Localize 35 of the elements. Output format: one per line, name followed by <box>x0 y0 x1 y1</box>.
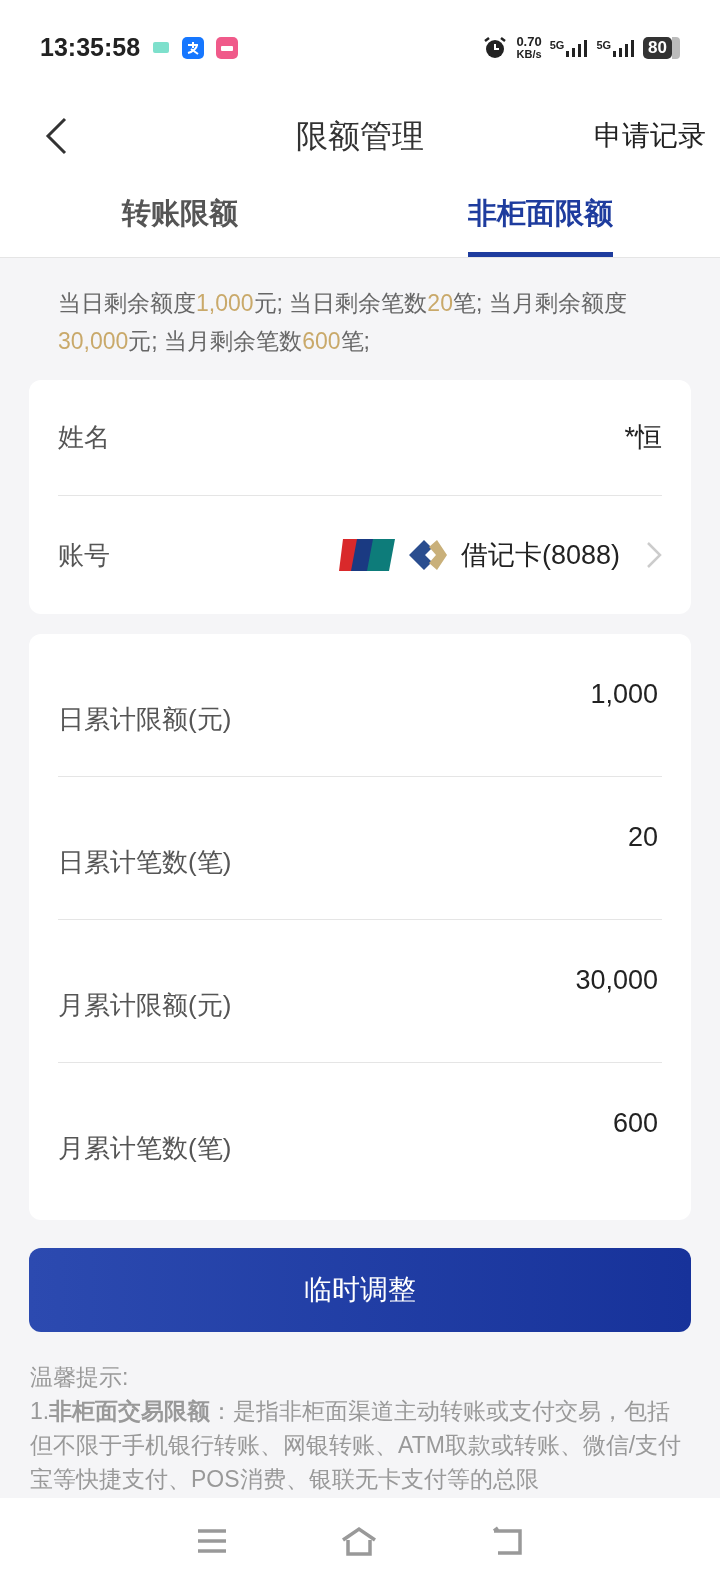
chat-icon <box>152 40 171 56</box>
page-title: 限额管理 <box>296 117 424 156</box>
remaining-limit-summary: 当日剩余额度1,000元; 当日剩余笔数20笔; 当月剩余额度 30,000元; 当月剩余笔数600笔; <box>57 289 628 356</box>
limit-value[interactable]: 20 <box>627 777 662 919</box>
app-icon <box>182 37 205 59</box>
limit-value[interactable]: 600 <box>612 1063 662 1206</box>
application-record-link[interactable]: 申请记录 <box>594 115 706 157</box>
network-type: 5G <box>549 39 565 51</box>
network-speed: 0.70 <box>516 36 542 48</box>
home-icon[interactable] <box>340 1526 378 1556</box>
limit-value[interactable]: 30,000 <box>575 920 662 1062</box>
limit-label: 月累计限额(元) <box>58 988 232 1022</box>
tips-text: 1.非柜面交易限额：是指非柜面渠道主动转账或支付交易，包括但不限于手机银行转账、网银转账、ATM取款或转账、微信/支付宝等快捷支付、POS消费、银联无卡支付等的总限 <box>30 1397 683 1494</box>
tab[interactable]: 非柜面限额 <box>467 176 613 257</box>
limit-label: 月累计笔数(笔) <box>58 1132 232 1165</box>
temporary-adjust-button[interactable]: 临时调整 <box>29 1248 691 1332</box>
network-type: 5G <box>596 39 612 51</box>
name-value: *恒 <box>624 421 662 455</box>
tab[interactable]: 转账限额 <box>122 176 238 257</box>
chevron-right-icon[interactable] <box>646 541 662 569</box>
back-icon[interactable] <box>44 117 68 155</box>
limit-value[interactable]: 1,000 <box>590 634 662 776</box>
account-value: 借记卡(8088) <box>460 538 620 572</box>
app-icon <box>216 37 239 59</box>
menu-icon[interactable] <box>196 1528 228 1554</box>
speed-unit: KB/s <box>516 48 542 60</box>
name-label: 姓名 <box>58 421 110 454</box>
account-label: 账号 <box>58 538 110 572</box>
card-network-logo <box>338 537 395 573</box>
limit-label: 日累计限额(元) <box>58 702 232 736</box>
limit-label: 日累计笔数(笔) <box>58 845 232 879</box>
signal-icon <box>613 39 636 57</box>
tips-title: 温馨提示: <box>30 1363 130 1392</box>
signal-icon <box>566 39 589 57</box>
status-time: 13:35:58 <box>40 32 141 64</box>
